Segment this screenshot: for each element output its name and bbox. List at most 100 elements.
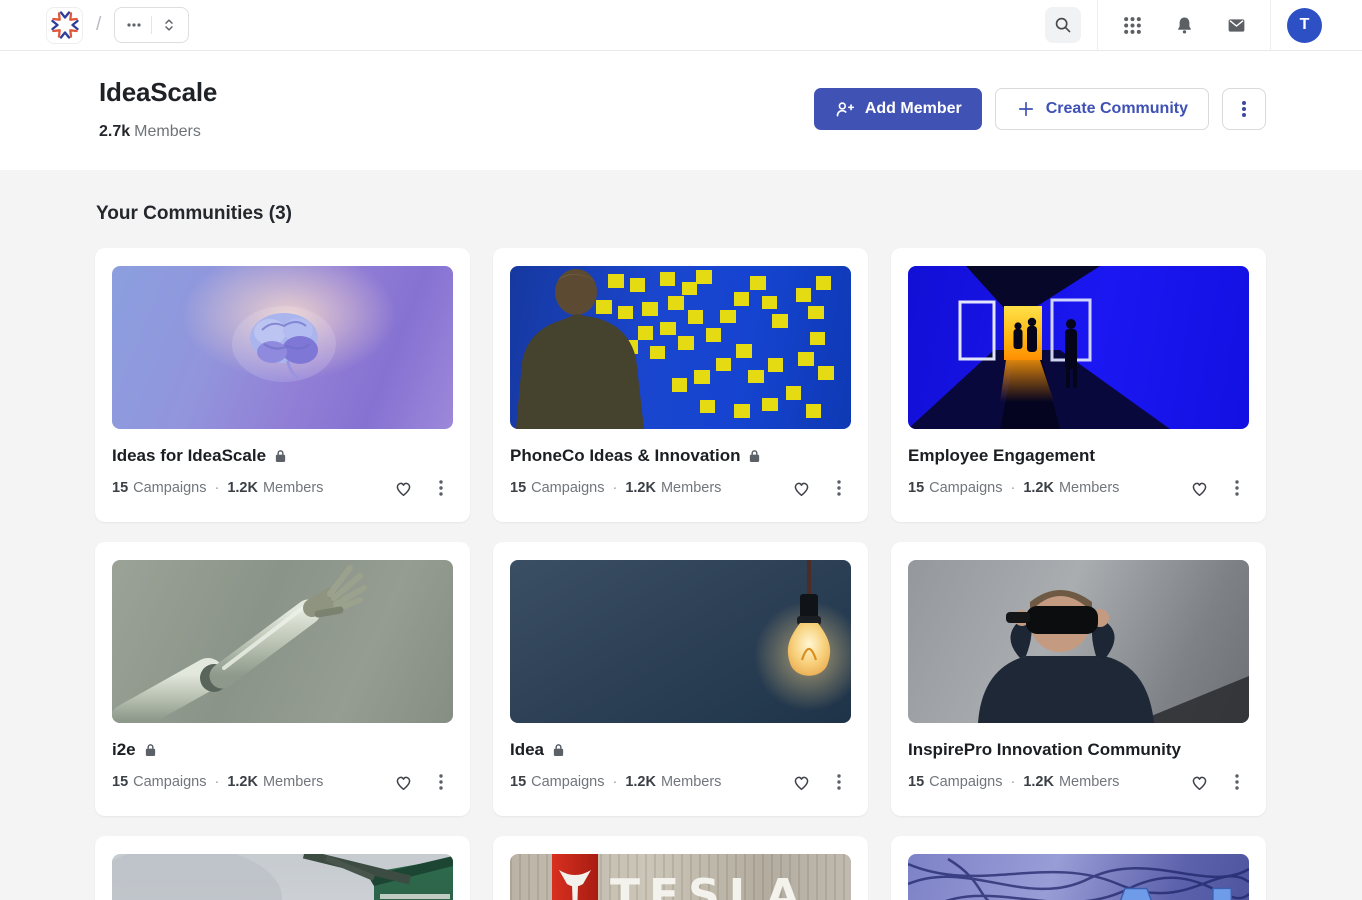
kebab-icon xyxy=(1230,773,1244,791)
members-label: Members xyxy=(661,774,721,790)
kebab-icon xyxy=(1235,99,1253,119)
campaigns-count: 15 xyxy=(908,480,924,496)
community-card[interactable]: AI xyxy=(891,836,1266,900)
brain-illustration xyxy=(112,266,453,429)
card-more-button[interactable] xyxy=(827,476,851,500)
card-more-button[interactable] xyxy=(1225,770,1249,794)
community-stats: 15 Campaigns · 1.2K Members xyxy=(112,774,323,790)
campaigns-label: Campaigns xyxy=(531,774,604,790)
card-more-button[interactable] xyxy=(429,476,453,500)
kebab-icon xyxy=(1230,479,1244,497)
community-stats: 15 Campaigns · 1.2K Members xyxy=(510,480,721,496)
community-card[interactable]: Ideas for IdeaScale 15 Campaigns · 1.2K … xyxy=(95,248,470,522)
dot-separator: · xyxy=(214,774,219,790)
members-label: Members xyxy=(661,480,721,496)
add-member-label: Add Member xyxy=(865,100,962,118)
section-title: Your Communities (3) xyxy=(95,170,1266,225)
card-more-button[interactable] xyxy=(429,770,453,794)
user-avatar[interactable]: T xyxy=(1287,8,1322,43)
messages-button[interactable] xyxy=(1218,7,1254,43)
brain-purple-gradient-photo[interactable] xyxy=(112,266,453,429)
community-title[interactable]: Ideas for IdeaScale xyxy=(112,446,266,466)
community-card[interactable]: TESLA xyxy=(493,836,868,900)
favorite-button[interactable] xyxy=(1187,770,1211,794)
community-card[interactable]: Employee Engagement 15 Campaigns · 1.2K … xyxy=(891,248,1266,522)
sticky-notes-wall-photo[interactable] xyxy=(510,266,851,429)
dot-separator: · xyxy=(612,480,617,496)
blue-tunnel-doorway-photo[interactable] xyxy=(908,266,1249,429)
apps-grid-icon xyxy=(1123,16,1142,35)
community-title[interactable]: InspirePro Innovation Community xyxy=(908,740,1181,760)
community-title[interactable]: PhoneCo Ideas & Innovation xyxy=(510,446,740,466)
plus-icon xyxy=(1016,99,1036,119)
tesla-sign-photo[interactable]: TESLA xyxy=(510,854,851,900)
topbar: / xyxy=(0,0,1362,51)
heart-icon xyxy=(393,772,414,793)
add-member-button[interactable]: Add Member xyxy=(814,88,982,130)
main-content: Your Communities (3) Ideas for IdeaScale xyxy=(0,170,1362,900)
page-header: IdeaScale 2.7kMembers Add Member Create … xyxy=(0,51,1362,170)
ideascale-logo[interactable] xyxy=(46,7,83,44)
favorite-button[interactable] xyxy=(391,770,415,794)
lock-icon xyxy=(552,743,565,757)
community-card[interactable] xyxy=(95,836,470,900)
vr-person-illustration xyxy=(908,560,1249,723)
campaigns-count: 15 xyxy=(510,774,526,790)
search-button[interactable] xyxy=(1045,7,1081,43)
members-label: Members xyxy=(263,774,323,790)
robot-arm-photo[interactable] xyxy=(112,560,453,723)
favorite-button[interactable] xyxy=(789,770,813,794)
campaigns-label: Campaigns xyxy=(929,774,1002,790)
members-count: 1.2K xyxy=(625,480,656,496)
tunnel-illustration xyxy=(908,266,1249,429)
header-left: IdeaScale 2.7kMembers xyxy=(99,77,217,170)
heart-icon xyxy=(1189,772,1210,793)
create-community-button[interactable]: Create Community xyxy=(995,88,1209,130)
vr-headset-person-photo[interactable] xyxy=(908,560,1249,723)
community-title[interactable]: Employee Engagement xyxy=(908,446,1095,466)
search-icon xyxy=(1053,15,1073,35)
campaigns-count: 15 xyxy=(112,774,128,790)
communities-grid: Ideas for IdeaScale 15 Campaigns · 1.2K … xyxy=(95,248,1266,900)
dot-separator: · xyxy=(214,480,219,496)
favorite-button[interactable] xyxy=(391,476,415,500)
ai-letters-photo[interactable]: AI xyxy=(908,854,1249,900)
favorite-button[interactable] xyxy=(789,476,813,500)
campaigns-label: Campaigns xyxy=(531,480,604,496)
notifications-button[interactable] xyxy=(1166,7,1202,43)
members-count: 1.2K xyxy=(625,774,656,790)
windmill-photo[interactable] xyxy=(112,854,453,900)
community-title[interactable]: Idea xyxy=(510,740,544,760)
campaigns-count: 15 xyxy=(510,480,526,496)
dot-separator: · xyxy=(1010,774,1015,790)
campaigns-label: Campaigns xyxy=(929,480,1002,496)
card-more-button[interactable] xyxy=(827,770,851,794)
community-stats: 15 Campaigns · 1.2K Members xyxy=(510,774,721,790)
members-count: 2.7k xyxy=(99,123,130,140)
ai-letters-illustration: AI xyxy=(908,854,1249,900)
community-card[interactable]: Idea 15 Campaigns · 1.2K Members xyxy=(493,542,868,816)
apps-grid-button[interactable] xyxy=(1114,7,1150,43)
mail-icon xyxy=(1226,15,1247,36)
robot-arm-illustration xyxy=(112,560,453,723)
kebab-icon xyxy=(832,479,846,497)
hanging-lightbulb-photo[interactable] xyxy=(510,560,851,723)
community-title[interactable]: i2e xyxy=(112,740,136,760)
community-card[interactable]: PhoneCo Ideas & Innovation 15 Campaigns … xyxy=(493,248,868,522)
campaigns-count: 15 xyxy=(908,774,924,790)
favorite-button[interactable] xyxy=(1187,476,1211,500)
members-summary: 2.7kMembers xyxy=(99,123,217,141)
create-community-label: Create Community xyxy=(1046,100,1188,118)
community-card[interactable]: InspirePro Innovation Community 15 Campa… xyxy=(891,542,1266,816)
breadcrumb-selector[interactable] xyxy=(114,7,189,43)
members-count: 1.2K xyxy=(1023,480,1054,496)
card-more-button[interactable] xyxy=(1225,476,1249,500)
community-stats: 15 Campaigns · 1.2K Members xyxy=(908,774,1119,790)
heart-icon xyxy=(791,478,812,499)
header-actions: Add Member Create Community xyxy=(814,88,1266,170)
members-label: Members xyxy=(263,480,323,496)
header-more-button[interactable] xyxy=(1222,88,1266,130)
kebab-icon xyxy=(832,773,846,791)
heart-icon xyxy=(791,772,812,793)
community-card[interactable]: i2e 15 Campaigns · 1.2K Members xyxy=(95,542,470,816)
